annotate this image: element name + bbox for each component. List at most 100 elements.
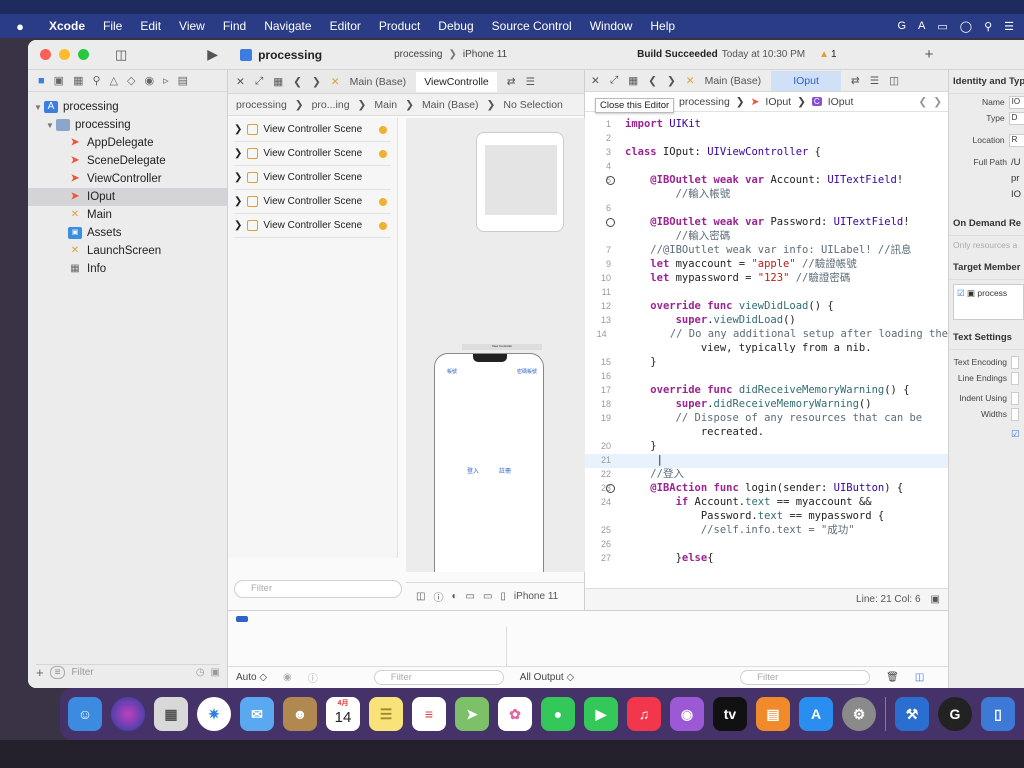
minimize-window-button[interactable]: [59, 49, 70, 60]
code-line[interactable]: @IBOutlet weak var Password: UITextField…: [585, 216, 948, 230]
dock-music[interactable]: ♫: [627, 697, 661, 731]
dock-messages[interactable]: ●: [541, 697, 575, 731]
variables-filter-input[interactable]: Filter: [373, 670, 504, 685]
menu-app-xcode[interactable]: Xcode: [40, 19, 94, 33]
code-line[interactable]: 24 if Account.text == myaccount &&: [585, 496, 948, 510]
grid-icon[interactable]: ▦: [628, 75, 638, 87]
dock-tv[interactable]: tv: [713, 697, 747, 731]
code-line[interactable]: 10 let mypassword = "123" //驗證密碼: [585, 272, 948, 286]
outline-toggle-icon[interactable]: ◫: [416, 591, 425, 602]
code-line[interactable]: 15 }: [585, 356, 948, 370]
warning-icon[interactable]: ▲: [819, 49, 829, 60]
menu-source-control[interactable]: Source Control: [483, 19, 581, 33]
split-view-icon[interactable]: ◫: [915, 672, 924, 683]
phone-password-label[interactable]: 密碼帳號: [517, 368, 537, 375]
dock-app-store[interactable]: A: [799, 697, 833, 731]
code-line[interactable]: 13 super.viewDidLoad(): [585, 314, 948, 328]
disclosure-open-icon[interactable]: ▼: [44, 121, 56, 130]
dock-launchpad[interactable]: ▦: [154, 697, 188, 731]
code-line[interactable]: 19 // Dispose of any resources that can …: [585, 412, 948, 426]
folder-icon[interactable]: ■: [38, 75, 45, 87]
outlet-connection-icon[interactable]: [606, 484, 615, 493]
report-icon[interactable]: ▤: [178, 74, 188, 87]
issue-icon[interactable]: △: [110, 74, 118, 87]
code-line[interactable]: 6: [585, 202, 948, 216]
tree-file-info[interactable]: ▦ Info: [28, 260, 227, 278]
add-editor-icon[interactable]: ◫: [889, 75, 899, 87]
widths-field[interactable]: [1011, 407, 1019, 421]
test-icon[interactable]: ◇: [127, 74, 135, 87]
line-endings-select[interactable]: [1011, 371, 1019, 385]
dock-safari[interactable]: ✷: [197, 697, 231, 731]
eye-icon[interactable]: ◉: [283, 672, 292, 683]
code-line[interactable]: //輸入密碼: [585, 230, 948, 244]
menu-window[interactable]: Window: [581, 19, 642, 33]
code-line[interactable]: 21 |: [585, 454, 948, 468]
menu-find[interactable]: Find: [214, 19, 255, 33]
dock-podcasts[interactable]: ◉: [670, 697, 704, 731]
device-icon[interactable]: ▯: [500, 591, 506, 602]
jump-project[interactable]: processing: [679, 96, 730, 108]
disclosure-closed-icon[interactable]: ❯: [234, 148, 242, 159]
code-line[interactable]: 3 class IOput: UIViewController {: [585, 146, 948, 160]
find-icon[interactable]: ⚲: [92, 74, 100, 87]
code-line[interactable]: //輸入帳號: [585, 188, 948, 202]
forward-icon[interactable]: ❯: [667, 75, 676, 87]
jump-class[interactable]: IOput: [828, 96, 854, 108]
code-line[interactable]: Password.text == mypassword {: [585, 510, 948, 524]
tab-main-base[interactable]: Main (Base): [350, 76, 407, 88]
source-control-icon[interactable]: ▣: [54, 74, 64, 87]
symbol-icon[interactable]: ▦: [73, 74, 83, 87]
forward-icon[interactable]: ❯: [312, 76, 321, 88]
zoom-window-button[interactable]: [78, 49, 89, 60]
tree-file-assets[interactable]: ▣ Assets: [28, 224, 227, 242]
text-encoding-select[interactable]: [1011, 355, 1019, 369]
storyboard-canvas[interactable]: View Controller 帳號 密碼帳號 登入 註冊: [406, 118, 585, 572]
code-line[interactable]: 14 // Do any additional setup after load…: [585, 328, 948, 342]
dock-calendar[interactable]: 4月 14: [326, 697, 360, 731]
dock-notes[interactable]: ☰: [369, 697, 403, 731]
debug-icon[interactable]: ◉: [144, 74, 154, 87]
back-icon[interactable]: ❮: [648, 75, 657, 87]
expand-icon[interactable]: ⤢: [610, 74, 618, 87]
scene-row[interactable]: ❯ View Controller Scene: [234, 142, 391, 166]
spotlight-icon[interactable]: ⚲: [984, 20, 992, 33]
console-output-select[interactable]: All Output ◇: [520, 672, 574, 683]
expand-icon[interactable]: ⤢: [255, 75, 263, 88]
tree-file-main[interactable]: ✕ Main: [28, 206, 227, 224]
disclosure-closed-icon[interactable]: ❯: [234, 220, 242, 231]
add-library-button[interactable]: +: [925, 46, 934, 63]
disclosure-open-icon[interactable]: ▼: [32, 103, 44, 112]
menu-navigate[interactable]: Navigate: [255, 19, 320, 33]
battery-icon[interactable]: ▭: [937, 20, 947, 33]
code-line[interactable]: 18 super.didReceiveMemoryWarning(): [585, 398, 948, 412]
menu-view[interactable]: View: [170, 19, 214, 33]
variables-scope-select[interactable]: Auto ◇: [236, 672, 267, 683]
code-area[interactable]: 1 import UIKit 2 3 class IOput: UIViewContro…: [585, 114, 948, 588]
trash-icon[interactable]: 🗑: [886, 672, 899, 683]
inspector-type-select[interactable]: D: [1008, 111, 1024, 125]
checkbox-checked-icon[interactable]: ☑: [1011, 429, 1020, 440]
editor-options-icon[interactable]: ☰: [870, 75, 879, 87]
code-line[interactable]: 5 @IBOutlet weak var Account: UITextFiel…: [585, 174, 948, 188]
navigator-filter-input[interactable]: Filter: [71, 667, 93, 678]
related-items-icon[interactable]: ⇄: [851, 75, 860, 87]
scene-row[interactable]: ❯ View Controller Scene: [234, 190, 391, 214]
dock-reminders[interactable]: ≡: [412, 697, 446, 731]
close-editor-icon[interactable]: ✕: [236, 76, 245, 88]
inspector-name-field[interactable]: IO: [1008, 95, 1024, 109]
info-icon[interactable]: ⓘ: [433, 589, 443, 604]
phone-account-label[interactable]: 帳號: [447, 368, 457, 375]
jump-main-base[interactable]: Main (Base): [422, 99, 479, 111]
tree-project[interactable]: ▼ A processing: [28, 98, 227, 116]
dock-photos[interactable]: ✿: [498, 697, 532, 731]
size-icon[interactable]: ▭: [483, 591, 492, 602]
code-line[interactable]: 27 }else{: [585, 552, 948, 566]
jump-main[interactable]: Main: [374, 99, 397, 111]
code-line[interactable]: 25 //self.info.text = "成功": [585, 524, 948, 538]
code-line[interactable]: 2: [585, 132, 948, 146]
menu-debug[interactable]: Debug: [429, 19, 482, 33]
phone-login-button[interactable]: 登入: [467, 466, 479, 475]
indent-using-select[interactable]: [1011, 391, 1019, 405]
menu-edit[interactable]: Edit: [131, 19, 170, 33]
